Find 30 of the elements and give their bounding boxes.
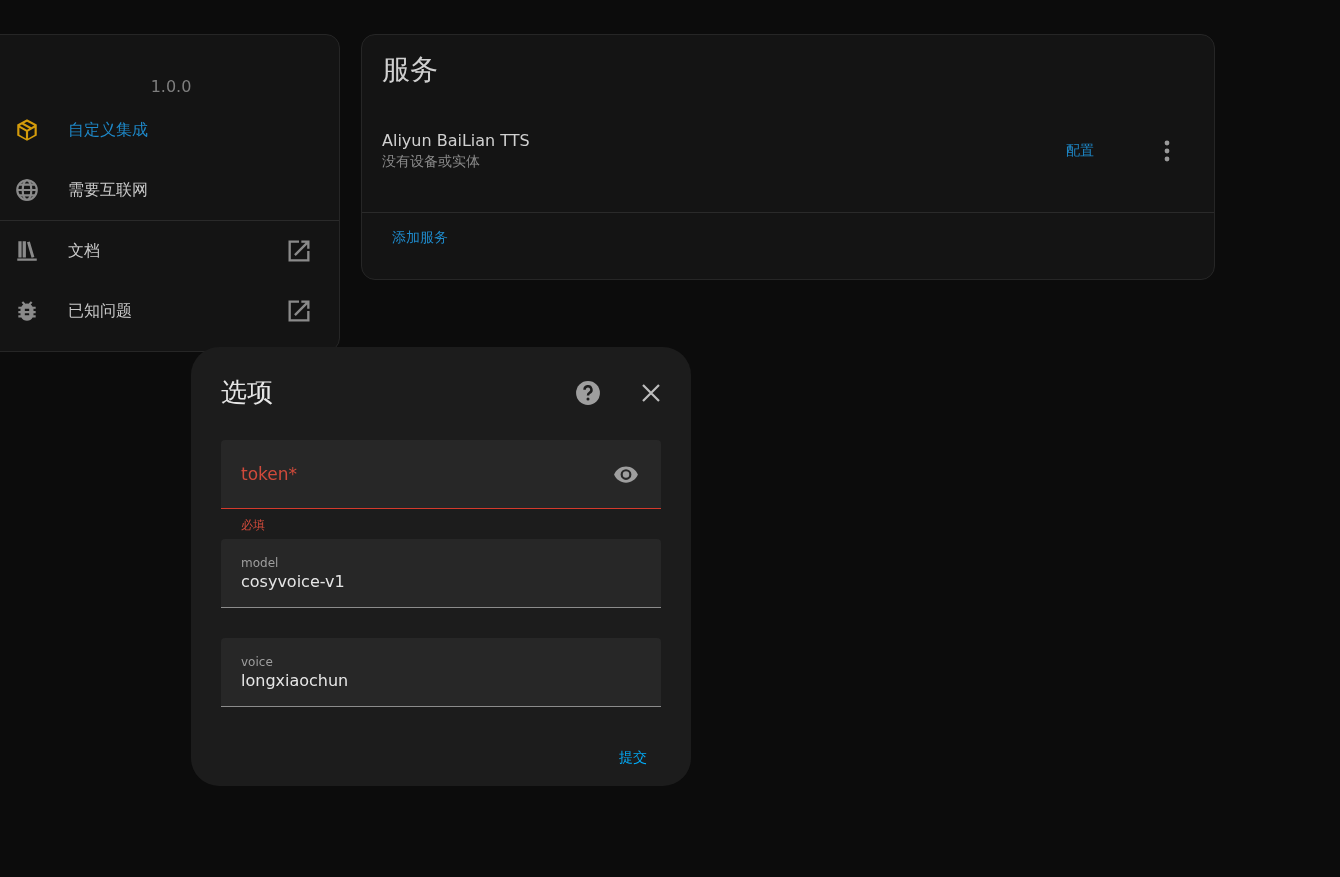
dialog-title: 选项	[221, 376, 274, 409]
version-text: 1.0.0	[149, 77, 193, 96]
submit-button[interactable]: 提交	[611, 743, 655, 773]
field-label: voice	[241, 654, 274, 669]
field-value: cosyvoice-v1	[241, 571, 346, 591]
item-label: 已知问题	[68, 300, 133, 322]
info-list-item[interactable]: 文档	[0, 221, 339, 281]
info-list-item[interactable]: 已知问题	[0, 281, 339, 341]
package-icon	[14, 117, 40, 143]
item-label: 需要互联网	[68, 179, 149, 201]
item-label: 文档	[68, 240, 101, 262]
globe-icon	[14, 177, 40, 203]
field-label: model	[241, 555, 280, 570]
configure-button[interactable]: 配置	[1058, 135, 1102, 166]
info-list-item[interactable]: 自定义集成	[0, 100, 339, 160]
helper-text: 必填	[240, 517, 266, 534]
service-name: Aliyun BaiLian TTS	[382, 130, 531, 150]
text-field[interactable]: voice longxiaochun	[221, 638, 661, 707]
text-field[interactable]: model cosyvoice-v1	[221, 539, 661, 608]
books-icon	[14, 238, 40, 264]
service-subtitle: 没有设备或实体	[382, 152, 481, 171]
field-label: token*	[241, 464, 299, 484]
more-vertical-icon[interactable]	[1164, 139, 1170, 162]
close-icon[interactable]	[641, 382, 661, 403]
item-label: 自定义集成	[68, 119, 149, 141]
info-list-item[interactable]: 需要互联网	[0, 160, 339, 220]
add-service-button[interactable]: 添加服务	[384, 223, 456, 253]
help-icon[interactable]	[575, 379, 601, 406]
field-value: longxiaochun	[241, 670, 350, 690]
card-title: 服务	[381, 52, 439, 88]
